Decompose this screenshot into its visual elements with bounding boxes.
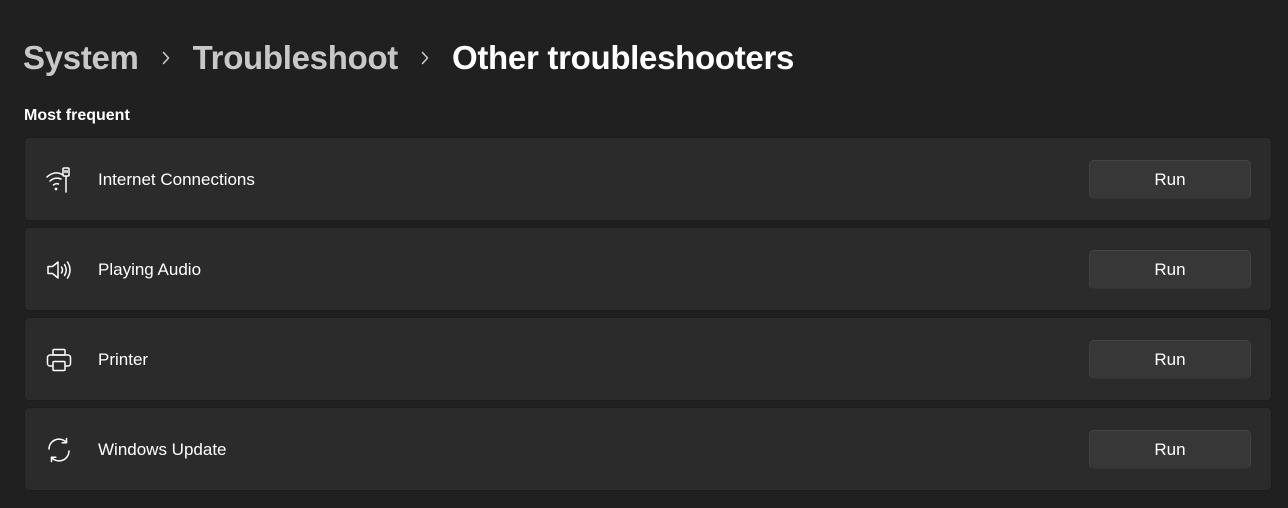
run-internet-connections-button[interactable]: Run <box>1089 160 1251 199</box>
run-windows-update-button[interactable]: Run <box>1089 430 1251 469</box>
troubleshooter-item-windows-update: Windows Update Run <box>24 407 1272 491</box>
troubleshooter-list: Internet Connections Run Playing Audio R… <box>24 137 1272 497</box>
breadcrumb-system[interactable]: System <box>23 36 139 80</box>
troubleshooter-label: Windows Update <box>98 440 227 459</box>
run-printer-button[interactable]: Run <box>1089 340 1251 379</box>
section-title: Most frequent <box>24 107 130 124</box>
troubleshooter-label: Playing Audio <box>98 260 202 279</box>
printer-icon <box>45 346 73 374</box>
troubleshooter-item-internet-connections: Internet Connections Run <box>24 137 1272 221</box>
troubleshooter-label: Printer <box>98 350 149 369</box>
settings-page: System Troubleshoot Other troubleshooter… <box>0 0 1288 508</box>
sync-icon <box>45 436 73 464</box>
troubleshooter-item-playing-audio: Playing Audio Run <box>24 227 1272 311</box>
page-title: Other troubleshooters <box>452 39 795 76</box>
breadcrumb: System Troubleshoot Other troubleshooter… <box>23 36 794 80</box>
chevron-right-icon <box>139 36 193 80</box>
speaker-icon <box>45 256 73 284</box>
run-playing-audio-button[interactable]: Run <box>1089 250 1251 289</box>
wifi-ethernet-icon <box>45 166 73 194</box>
breadcrumb-troubleshoot[interactable]: Troubleshoot <box>193 36 399 80</box>
troubleshooter-item-printer: Printer Run <box>24 317 1272 401</box>
chevron-right-icon <box>398 36 452 80</box>
troubleshooter-label: Internet Connections <box>98 170 255 189</box>
